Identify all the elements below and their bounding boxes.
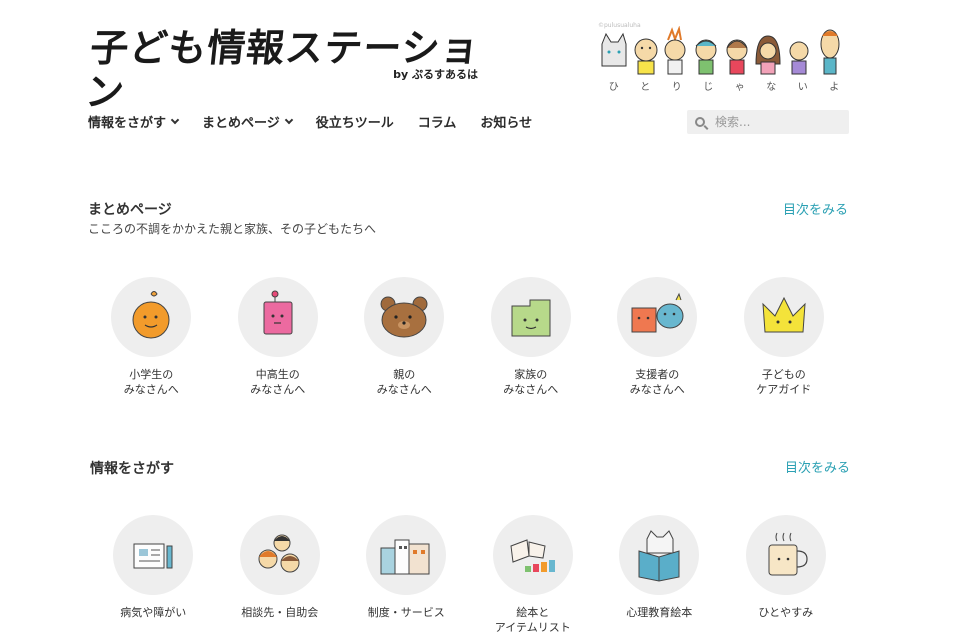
orange-character-icon	[132, 291, 170, 339]
card-label: ひとやすみ	[758, 606, 814, 619]
card-label: 絵本と アイテムリスト	[494, 606, 571, 634]
nav-item-tools[interactable]: 役立ちツール	[316, 112, 394, 131]
card-icon-circle	[745, 515, 826, 595]
matome-section-subtitle: こころの不調をかかえた親と家族、その子どもたちへ	[88, 222, 377, 236]
card-parents[interactable]: 親の みなさんへ	[341, 277, 468, 397]
nav-item-label: お知らせ	[480, 116, 533, 131]
nav-item-news[interactable]: お知らせ	[480, 112, 532, 131]
mascot-spiky-icon	[664, 26, 686, 75]
nav-item-search-info[interactable]: 情報をさがす	[88, 112, 180, 131]
nav-item-label: 情報をさがす	[88, 116, 167, 131]
card-label: 小学生の みなさんへ	[123, 368, 179, 396]
mascot-orange-icon	[634, 38, 658, 75]
mascot-letter: ゃ	[734, 82, 745, 93]
card-icon-circle	[364, 277, 445, 357]
card-label: 親の みなさんへ	[376, 368, 432, 396]
search-box	[687, 110, 849, 134]
card-icon-circle	[111, 277, 192, 357]
buildings-icon	[380, 539, 430, 575]
nav-item-label: 役立ちツール	[315, 116, 394, 131]
chevron-down-icon	[284, 115, 294, 124]
nav-item-label: コラム	[417, 116, 457, 131]
card-label: 支援者の みなさんへ	[629, 368, 685, 396]
search-icon[interactable]	[695, 117, 705, 127]
card-label: 心理教育絵本	[626, 606, 693, 619]
mascot-adult-icon	[820, 29, 840, 75]
notebook-icon	[133, 543, 173, 569]
bear-character-icon	[380, 296, 428, 338]
info-section-title: 情報をさがす	[90, 461, 174, 477]
card-icon-circle	[113, 515, 194, 595]
info-card-grid: 病気や障がい 相談先・自助会 制度・サービス 絵本と アイテムリスト 心理教育絵…	[90, 515, 849, 635]
card-icon-circle	[619, 515, 700, 595]
card-icon-circle	[617, 277, 698, 357]
mascot-child-icon	[789, 41, 809, 75]
pink-character-icon	[263, 290, 293, 335]
mascot-characters-illustration	[601, 26, 840, 75]
crown-character-icon	[762, 296, 806, 333]
card-icon-circle	[490, 277, 571, 357]
card-family[interactable]: 家族の みなさんへ	[468, 277, 595, 397]
card-label: 病気や障がい	[120, 606, 187, 619]
mascot-letter: よ	[829, 82, 840, 93]
site-logo[interactable]: 子ども情報ステーション by ぷるすあるは	[83, 26, 488, 114]
card-break[interactable]: ひとやすみ	[723, 515, 850, 635]
card-psychoeducation-books[interactable]: 心理教育絵本	[596, 515, 723, 635]
mascot-letter: い	[797, 82, 808, 93]
logo-byline: by ぷるすあるは	[393, 68, 478, 81]
card-elementary[interactable]: 小学生の みなさんへ	[88, 277, 215, 397]
card-teens[interactable]: 中高生の みなさんへ	[215, 277, 342, 397]
mascot-letter: じ	[703, 82, 714, 93]
matome-section-title: まとめページ	[88, 202, 172, 218]
main-nav: 情報をさがす まとめページ 役立ちツール コラム お知らせ	[88, 112, 556, 131]
card-label: 中高生の みなさんへ	[250, 368, 306, 396]
nav-item-column[interactable]: コラム	[418, 112, 457, 131]
card-care-guide[interactable]: 子どもの ケアガイド	[721, 277, 848, 397]
green-house-character-icon	[511, 299, 551, 337]
mascot-letter: り	[671, 82, 682, 93]
matome-toc-link[interactable]: 目次をみる	[783, 199, 848, 218]
picture-books-icon	[510, 539, 555, 572]
coffee-cup-icon	[768, 532, 808, 576]
mascot-letter: ひ	[608, 82, 619, 93]
mascot-goggles-icon	[695, 39, 717, 75]
card-icon-circle	[239, 515, 320, 595]
matome-card-grid: 小学生の みなさんへ 中高生の みなさんへ 親の みなさんへ 家族の みなさんへ…	[88, 277, 847, 397]
card-services[interactable]: 制度・サービス	[343, 515, 470, 635]
supporter-characters-icon	[631, 292, 684, 333]
nav-item-label: まとめページ	[202, 116, 280, 131]
reading-book-icon	[638, 530, 680, 582]
people-group-icon	[258, 534, 300, 573]
card-consultation[interactable]: 相談先・自助会	[217, 515, 344, 635]
card-icon-circle	[237, 277, 318, 357]
mascot-banner: ©pulusualuha ひ と り じ ゃ な い よ	[598, 22, 850, 94]
mascot-longhair-icon	[755, 35, 781, 75]
search-input[interactable]	[715, 115, 835, 129]
nav-item-matome[interactable]: まとめページ	[202, 112, 294, 131]
card-label: 制度・サービス	[367, 606, 445, 619]
card-label: 家族の みなさんへ	[503, 368, 559, 396]
card-icon-circle	[743, 277, 824, 357]
card-label: 子どもの ケアガイド	[756, 368, 812, 396]
card-picture-books[interactable]: 絵本と アイテムリスト	[470, 515, 597, 635]
card-icon-circle	[492, 515, 573, 595]
card-illness[interactable]: 病気や障がい	[90, 515, 217, 635]
mascot-letter: な	[766, 82, 777, 93]
card-icon-circle	[366, 515, 447, 595]
mascot-caption: ひ と り じ ゃ な い よ	[598, 78, 850, 93]
mascot-letter: と	[640, 82, 651, 93]
mascot-cat-icon	[601, 32, 627, 67]
info-toc-link[interactable]: 目次をみる	[785, 457, 850, 476]
chevron-down-icon	[170, 115, 180, 124]
card-supporters[interactable]: 支援者の みなさんへ	[594, 277, 721, 397]
mascot-brown-icon	[726, 39, 748, 75]
card-label: 相談先・自助会	[241, 606, 319, 619]
